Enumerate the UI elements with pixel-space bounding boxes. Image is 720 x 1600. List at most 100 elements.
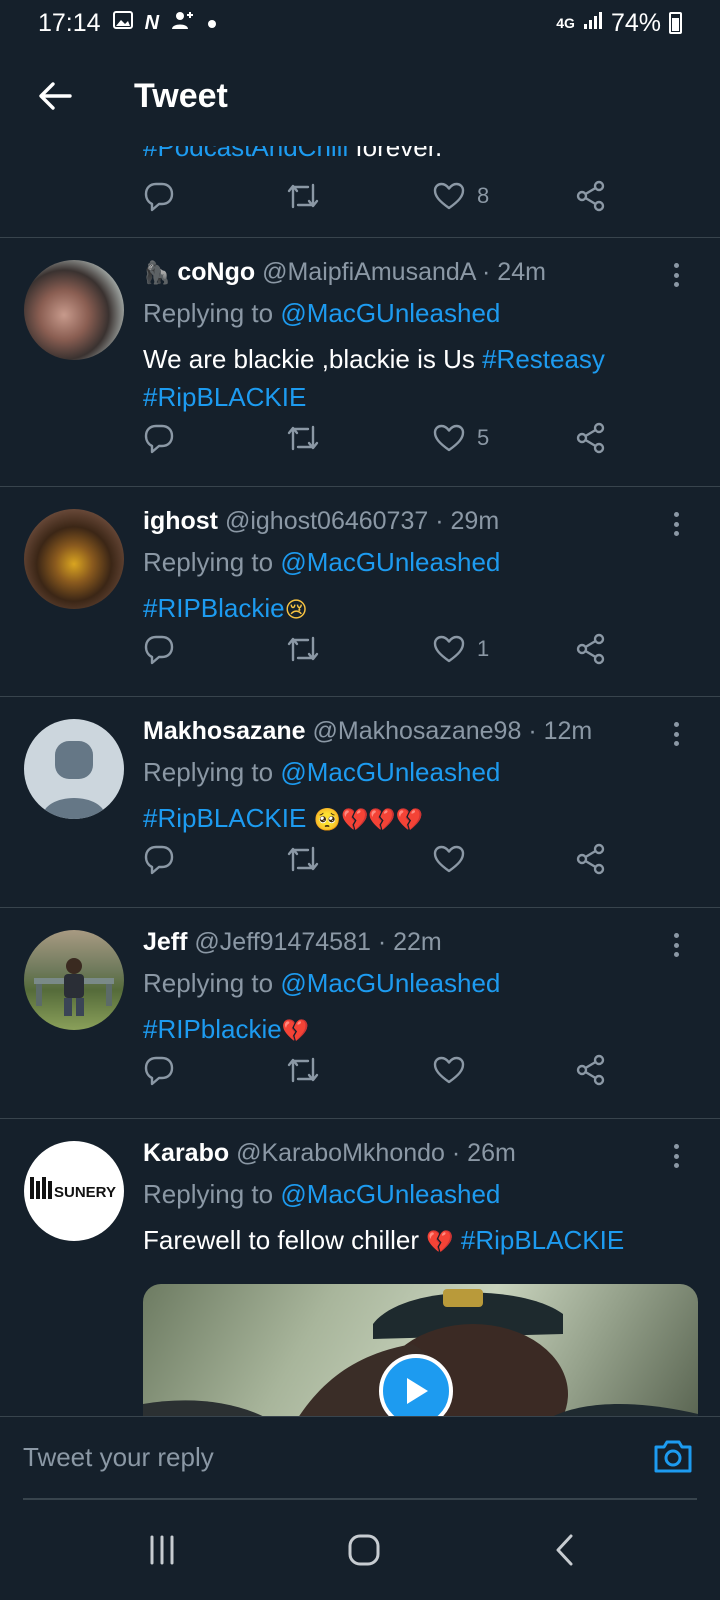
tweet-congo[interactable]: 🦍 coNgo @MaipfiAmusandA · 24m Replying t… (0, 238, 720, 487)
svg-text:SUNERY: SUNERY (54, 1184, 116, 1201)
reply-feed[interactable]: #PodcastAndChill forever. 8 🦍 coNgo @Mai… (0, 146, 720, 1416)
hashtag[interactable]: #Resteasy (482, 344, 605, 374)
add-contact-icon (171, 10, 195, 36)
more-options-button[interactable] (666, 260, 686, 290)
android-nav-bar (0, 1500, 720, 1600)
hashtag[interactable]: #RIPBlackie (143, 593, 285, 623)
signal-icon (583, 10, 603, 36)
cut-off-tweet[interactable]: #PodcastAndChill forever. 8 (0, 146, 720, 238)
hashtag[interactable]: #RIPblackie (143, 1014, 282, 1044)
avatar[interactable] (24, 719, 124, 819)
hashtag[interactable]: #RipBLACKIE (143, 803, 306, 833)
avatar[interactable]: SUNERY (24, 1141, 124, 1241)
reply-icon (144, 635, 174, 665)
retweet-button[interactable] (286, 634, 320, 664)
tweet-text-plain: We are blackie ,blackie is Us (143, 344, 483, 374)
share-button[interactable] (575, 180, 607, 212)
video-thumbnail[interactable] (143, 1284, 698, 1416)
dot-icon (207, 12, 217, 35)
tweet-actions: 1 (143, 627, 623, 671)
camera-button[interactable] (652, 1435, 694, 1477)
reply-input[interactable]: Tweet your reply (23, 1435, 603, 1479)
reply-composer: Tweet your reply (0, 1416, 720, 1500)
like-button[interactable]: 1 (433, 634, 489, 664)
user-handle[interactable]: @Jeff91474581 (194, 928, 370, 956)
tweet-text: #RipBLACKIE 🥺💔💔💔 (143, 799, 673, 840)
user-handle[interactable]: @ighost06460737 (225, 507, 428, 535)
recents-button[interactable] (132, 1528, 192, 1572)
reply-button[interactable] (143, 422, 175, 454)
reply-button[interactable] (143, 180, 175, 212)
retweet-icon (287, 846, 319, 872)
mention-link[interactable]: @MacGUnleashed (280, 1179, 500, 1209)
display-name[interactable]: Makhosazane (143, 717, 306, 745)
mention-link[interactable]: @MacGUnleashed (280, 757, 500, 787)
mention-link[interactable]: @MacGUnleashed (280, 547, 500, 577)
replying-label: Replying to (143, 1179, 274, 1209)
share-icon (576, 422, 605, 454)
replying-to: Replying to @MacGUnleashed (143, 968, 500, 999)
user-handle[interactable]: @Makhosazane98 (313, 717, 522, 745)
mention-link[interactable]: @MacGUnleashed (280, 968, 500, 998)
app-header: Tweet (0, 46, 720, 146)
tweet-actions: 8 (143, 174, 623, 218)
broken-heart-emoji: 💔 (426, 1230, 454, 1255)
reply-button[interactable] (143, 633, 175, 665)
avatar[interactable] (24, 509, 124, 609)
like-count: 5 (477, 425, 490, 450)
reply-icon (144, 424, 174, 454)
retweet-button[interactable] (286, 181, 320, 211)
more-options-button[interactable] (666, 1141, 686, 1171)
like-button[interactable] (433, 844, 477, 874)
share-button[interactable] (575, 633, 607, 665)
display-name[interactable]: Jeff (143, 928, 187, 956)
like-button[interactable] (433, 1055, 477, 1085)
tweet-karabo[interactable]: SUNERY Karabo @KaraboMkhondo · 26m Reply… (0, 1119, 720, 1416)
reply-button[interactable] (143, 1054, 175, 1086)
avatar-photo (34, 958, 114, 1016)
back-button[interactable] (0, 46, 110, 146)
like-button[interactable]: 8 (433, 181, 489, 211)
avatar[interactable] (24, 260, 124, 360)
tweet-time: · 24m (482, 258, 546, 286)
tweet-makhosazane[interactable]: Makhosazane @Makhosazane98 · 12m Replyin… (0, 697, 720, 908)
replying-label: Replying to (143, 547, 274, 577)
retweet-icon (287, 183, 319, 209)
tweet-actions (143, 837, 623, 881)
reply-icon (144, 845, 174, 875)
display-name[interactable]: Karabo (143, 1139, 229, 1167)
home-button[interactable] (334, 1528, 394, 1572)
tweet-ighost[interactable]: ighost @ighost06460737 · 29m Replying to… (0, 487, 720, 697)
network-label: 4G (556, 15, 575, 31)
share-button[interactable] (575, 1054, 607, 1086)
user-handle[interactable]: @KaraboMkhondo (236, 1139, 445, 1167)
like-button[interactable]: 5 (433, 423, 489, 453)
share-button[interactable] (575, 422, 607, 454)
display-name[interactable]: ighost (143, 507, 218, 535)
retweet-icon (287, 636, 319, 662)
cut-tweet-text: #PodcastAndChill forever. (143, 146, 442, 163)
more-options-button[interactable] (666, 719, 686, 749)
more-options-button[interactable] (666, 509, 686, 539)
display-name[interactable]: coNgo (177, 258, 255, 286)
gallery-icon (112, 11, 133, 35)
avatar[interactable] (24, 930, 124, 1030)
hashtag[interactable]: #PodcastAndChill (143, 146, 348, 162)
mention-link[interactable]: @MacGUnleashed (280, 298, 500, 328)
hashtag[interactable]: #RipBLACKIE (461, 1225, 624, 1255)
status-bar: 17:14 N 4G 74% (0, 0, 720, 46)
n-icon: N (144, 11, 160, 34)
user-handle[interactable]: @MaipfiAmusandA (262, 258, 475, 286)
tweet-jeff[interactable]: Jeff @Jeff91474581 · 22m Replying to @Ma… (0, 908, 720, 1119)
retweet-button[interactable] (286, 844, 320, 874)
share-button[interactable] (575, 843, 607, 875)
retweet-button[interactable] (286, 1055, 320, 1085)
reply-button[interactable] (143, 843, 175, 875)
system-back-button[interactable] (534, 1528, 594, 1572)
like-count: 1 (477, 636, 490, 661)
retweet-button[interactable] (286, 423, 320, 453)
tweet-text: forever. (348, 146, 443, 162)
reply-icon (144, 182, 174, 212)
more-options-button[interactable] (666, 930, 686, 960)
hashtag[interactable]: #RipBLACKIE (143, 382, 306, 412)
